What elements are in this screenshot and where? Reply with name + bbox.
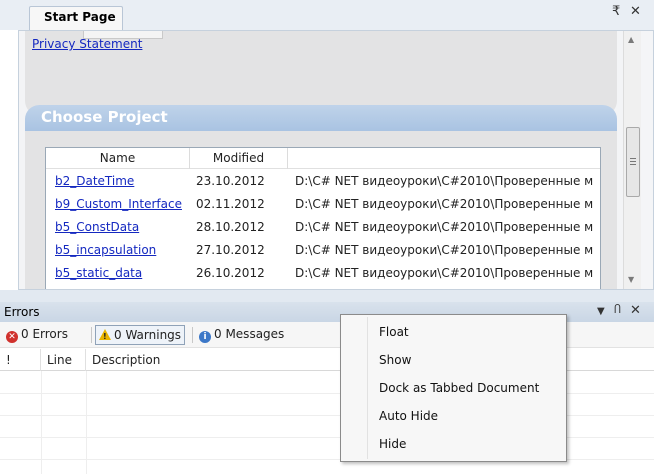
project-row[interactable]: b9_Custom_Interface 02.11.2012 D:\C# NET…	[46, 194, 600, 217]
window-position-dropdown-icon[interactable]: ▼	[597, 306, 605, 317]
warnings-count-label: 0 Warnings	[114, 328, 182, 342]
menu-item-dock-as-tabbed-document[interactable]: Dock as Tabbed Document	[342, 375, 565, 402]
privacy-statement-link[interactable]: Privacy Statement	[32, 37, 142, 51]
errors-title: Errors	[4, 305, 40, 319]
scrollbar-thumb[interactable]	[626, 127, 640, 197]
window-splitter[interactable]	[0, 290, 654, 302]
column-header-modified[interactable]: Modified	[190, 148, 288, 169]
errors-count-label: 0 Errors	[21, 327, 68, 341]
toolbar-separator	[91, 327, 92, 343]
project-modified: 02.11.2012	[196, 197, 265, 211]
grid-column-line	[86, 371, 87, 474]
column-header-severity[interactable]: !	[0, 349, 41, 371]
scroll-up-icon[interactable]: ▲	[628, 35, 634, 44]
menu-item-show[interactable]: Show	[342, 347, 565, 374]
column-header-name[interactable]: Name	[46, 148, 190, 169]
toolbar-separator	[192, 327, 193, 343]
project-name-link[interactable]: b5_static_data	[55, 266, 142, 280]
window-context-menu: Float Show Dock as Tabbed Document Auto …	[340, 314, 567, 462]
choose-project-title: Choose Project	[41, 108, 168, 126]
message-icon: i	[199, 331, 211, 343]
messages-count-label: 0 Messages	[214, 327, 285, 341]
start-page-scrollbar[interactable]: ▲ ▼	[623, 31, 641, 289]
project-path: D:\C# NET видеоуроки\C#2010\Проверенные …	[295, 243, 594, 257]
project-row[interactable]: b5_incapsulation 27.10.2012 D:\C# NET ви…	[46, 240, 600, 263]
start-page-top-panel: Save Privacy Statement	[25, 31, 617, 115]
tab-start-page[interactable]: Start Page	[29, 6, 123, 30]
project-modified: 28.10.2012	[196, 220, 265, 234]
project-name-link[interactable]: b5_incapsulation	[55, 243, 156, 257]
project-path: D:\C# NET видеоуроки\C#2010\Проверенные …	[295, 220, 594, 234]
auto-hide-pin-icon[interactable]: Ⴖ	[614, 303, 621, 316]
warning-icon: !	[99, 329, 111, 341]
document-tab-strip: Start Page ₹ ✕	[0, 0, 654, 30]
project-row[interactable]: b5_static_data 26.10.2012 D:\C# NET виде…	[46, 263, 600, 286]
project-name-link[interactable]: b5_ConstData	[55, 220, 139, 234]
close-document-icon[interactable]: ✕	[630, 4, 641, 19]
close-window-icon[interactable]: ✕	[630, 303, 641, 318]
menu-item-hide[interactable]: Hide	[342, 431, 565, 458]
project-path: D:\C# NET видеоуроки\C#2010\Проверенные …	[295, 174, 594, 188]
project-row[interactable]: b2_DateTime 23.10.2012 D:\C# NET видеоур…	[46, 171, 600, 194]
start-page-content: Save Privacy Statement Choose Project Na…	[18, 30, 654, 290]
grid-column-line	[41, 371, 42, 474]
start-page-scroll-area: Save Privacy Statement Choose Project Na…	[19, 31, 623, 289]
column-header-path[interactable]	[288, 148, 600, 169]
project-modified: 26.10.2012	[196, 266, 265, 280]
error-icon: ✕	[6, 331, 18, 343]
choose-project-header: Choose Project	[25, 105, 617, 131]
choose-project-panel: Choose Project Name Modified b2_DateTime…	[25, 105, 617, 289]
tab-list-dropdown-icon[interactable]: ₹	[612, 4, 620, 19]
warnings-filter-button[interactable]: ! 0 Warnings	[95, 325, 186, 345]
project-row[interactable]: b5_ConstData 28.10.2012 D:\C# NET видеоу…	[46, 217, 600, 240]
errors-filter-button[interactable]: ✕ 0 Errors	[3, 325, 71, 345]
project-list: Name Modified b2_DateTime 23.10.2012 D:\…	[45, 147, 601, 289]
scrollbar-grip-icon	[630, 158, 636, 159]
project-list-header: Name Modified	[46, 148, 600, 169]
project-name-link[interactable]: b2_DateTime	[55, 174, 134, 188]
messages-filter-button[interactable]: i0 Messages	[196, 325, 287, 345]
tab-start-page-label: Start Page	[44, 10, 116, 24]
project-path: D:\C# NET видеоуроки\C#2010\Проверенные …	[295, 266, 594, 280]
column-header-line[interactable]: Line	[41, 349, 86, 371]
project-name-link[interactable]: b9_Custom_Interface	[55, 197, 182, 211]
project-modified: 23.10.2012	[196, 174, 265, 188]
project-path: D:\C# NET видеоуроки\C#2010\Проверенные …	[295, 197, 594, 211]
project-modified: 27.10.2012	[196, 243, 265, 257]
menu-item-auto-hide[interactable]: Auto Hide	[342, 403, 565, 430]
scroll-down-icon[interactable]: ▼	[628, 275, 634, 284]
menu-item-float[interactable]: Float	[342, 319, 565, 346]
